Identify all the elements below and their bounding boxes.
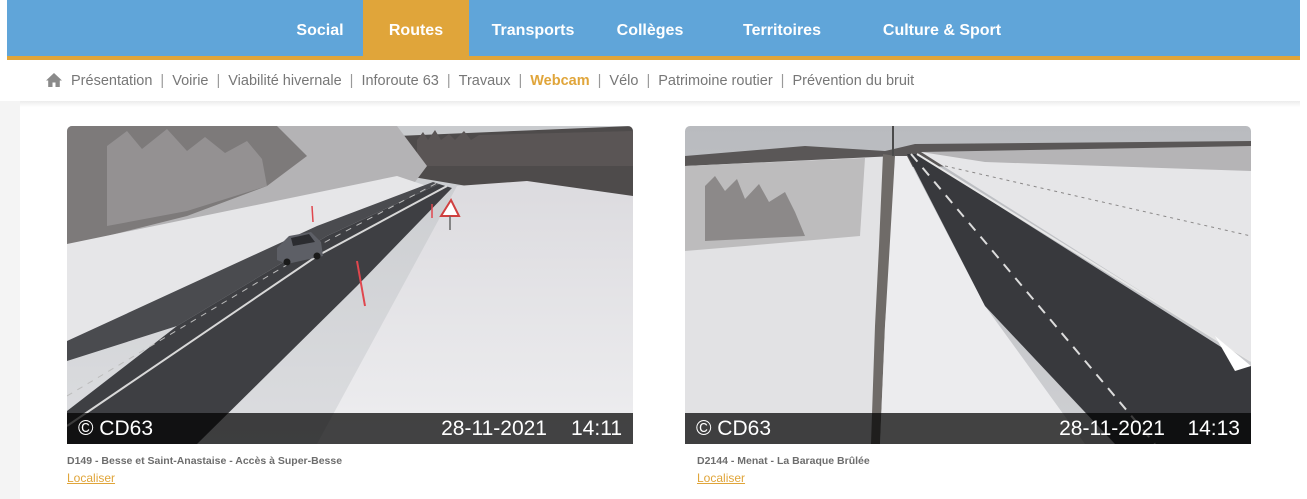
webcam-snow-road-scene bbox=[67, 126, 633, 444]
subnav-separator: | bbox=[160, 73, 165, 89]
subnav-item-travaux[interactable]: Travaux bbox=[459, 73, 511, 89]
subnav-item-patrimoine-routier[interactable]: Patrimoine routier bbox=[658, 73, 772, 89]
webcam-info-bar: © CD63 28-11-2021 14:11 bbox=[67, 413, 633, 444]
webcam-copyright: © CD63 bbox=[78, 417, 153, 440]
webcam-date: 28-11-2021 bbox=[441, 417, 547, 440]
localiser-link[interactable]: Localiser bbox=[67, 471, 115, 485]
tab-territoires[interactable]: Territoires bbox=[725, 0, 839, 56]
webcam-date: 28-11-2021 bbox=[1059, 417, 1165, 440]
webcam-copyright: © CD63 bbox=[696, 417, 771, 440]
webcam-time: 14:13 bbox=[1187, 417, 1240, 440]
webcam-time: 14:11 bbox=[571, 417, 622, 440]
sub-nav: Présentation | Voirie | Viabilité hivern… bbox=[45, 70, 914, 92]
subnav-separator: | bbox=[518, 73, 523, 89]
webcam-caption: D2144 - Menat - La Baraque Brûlée bbox=[697, 455, 870, 467]
webcam-info-bar: © CD63 28-11-2021 14:13 bbox=[685, 413, 1251, 444]
subnav-item-presentation[interactable]: Présentation bbox=[71, 73, 152, 89]
content-panel-edge bbox=[0, 101, 20, 499]
tab-routes[interactable]: Routes bbox=[363, 0, 469, 56]
subnav-item-viabilite-hivernale[interactable]: Viabilité hivernale bbox=[228, 73, 341, 89]
webcam-image-2[interactable]: © CD63 28-11-2021 14:13 bbox=[685, 126, 1251, 444]
content-panel-shadow bbox=[20, 101, 1300, 107]
tab-social[interactable]: Social bbox=[279, 0, 361, 56]
subnav-separator: | bbox=[216, 73, 221, 89]
webcam-snow-road-scene bbox=[685, 126, 1251, 444]
subnav-item-webcam[interactable]: Webcam bbox=[530, 73, 589, 89]
subnav-separator: | bbox=[646, 73, 651, 89]
subnav-item-voirie[interactable]: Voirie bbox=[172, 73, 208, 89]
tab-culture-sport[interactable]: Culture & Sport bbox=[867, 0, 1017, 56]
home-icon[interactable] bbox=[45, 71, 63, 89]
subnav-separator: | bbox=[780, 73, 785, 89]
tab-transports[interactable]: Transports bbox=[473, 0, 593, 56]
subnav-item-velo[interactable]: Vélo bbox=[609, 73, 638, 89]
subnav-item-prevention-du-bruit[interactable]: Prévention du bruit bbox=[792, 73, 914, 89]
webcam-image-1[interactable]: © CD63 28-11-2021 14:11 bbox=[67, 126, 633, 444]
localiser-link[interactable]: Localiser bbox=[697, 471, 745, 485]
subnav-separator: | bbox=[349, 73, 354, 89]
webcam-caption: D149 - Besse et Saint-Anastaise - Accès … bbox=[67, 455, 343, 467]
subnav-separator: | bbox=[597, 73, 602, 89]
main-nav: Social Routes Transports Collèges Territ… bbox=[7, 0, 1300, 60]
subnav-separator: | bbox=[446, 73, 451, 89]
tab-colleges[interactable]: Collèges bbox=[599, 0, 701, 56]
subnav-item-inforoute-63[interactable]: Inforoute 63 bbox=[361, 73, 438, 89]
